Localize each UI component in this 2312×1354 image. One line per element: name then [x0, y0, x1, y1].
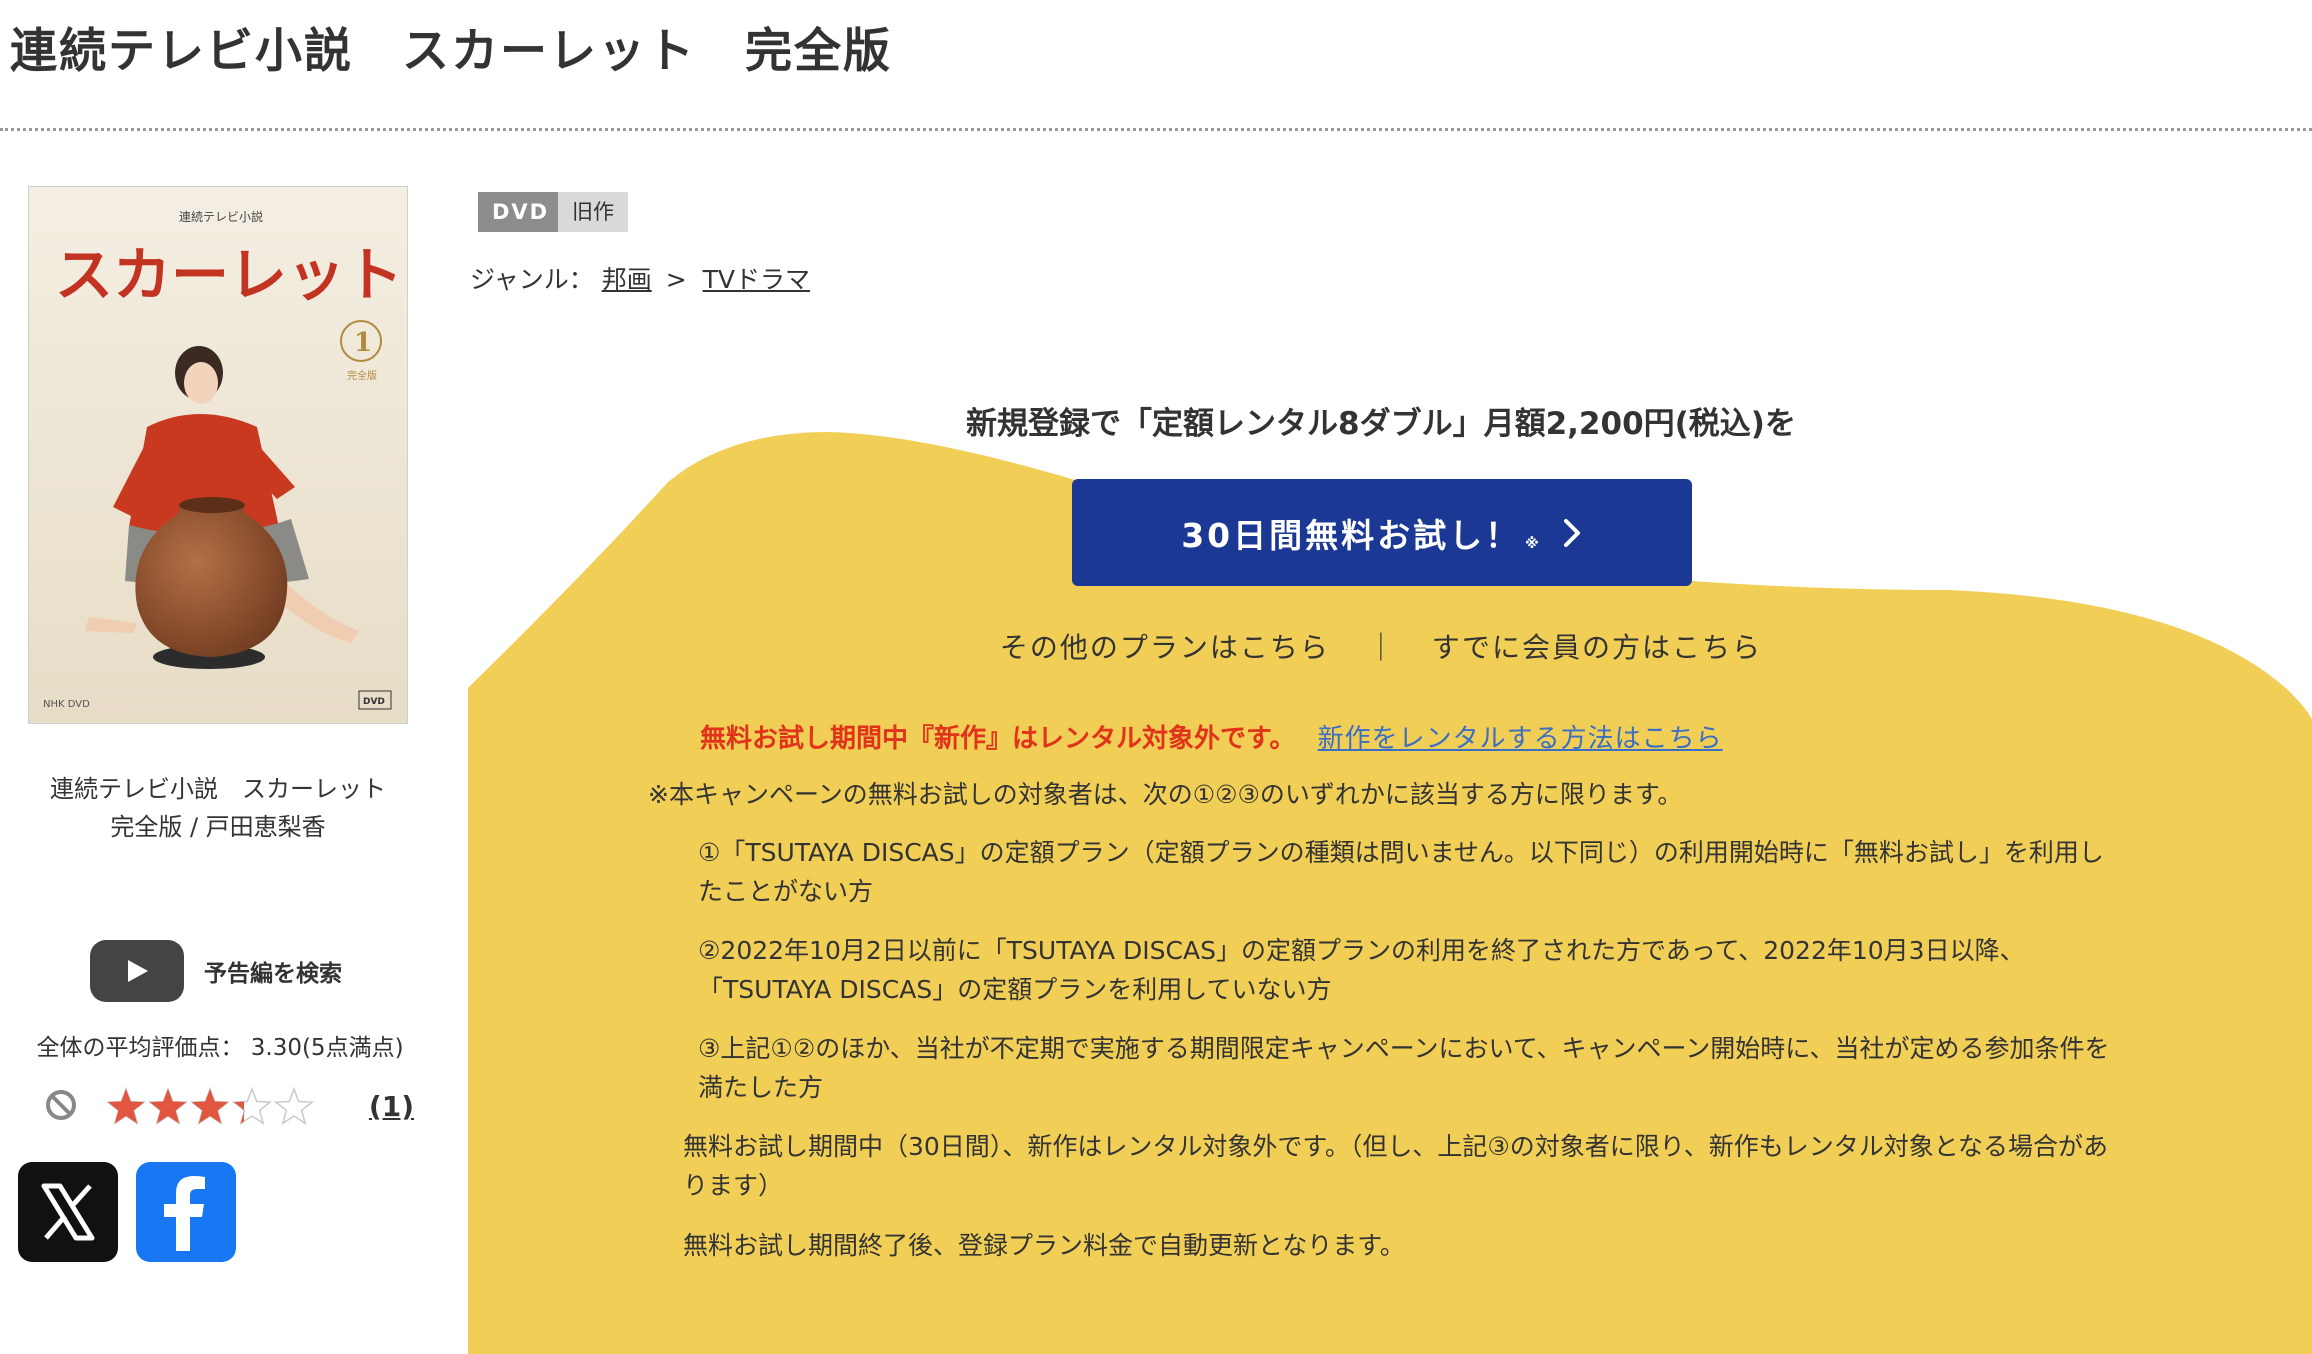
- release-tag-old: 旧作: [558, 192, 628, 232]
- plan-links-divider: ｜: [1366, 631, 1395, 664]
- chevron-right-icon: [1563, 518, 1580, 547]
- eligibility-condition: ③上記①②のほか、当社が不定期で実施する期間限定キャンペーンにおいて、キャンペー…: [698, 1034, 2110, 1102]
- plan-links: その他のプランはこちら ｜ すでに会員の方はこちら: [468, 626, 2294, 666]
- rating-stars[interactable]: [106, 1082, 356, 1130]
- cover-image[interactable]: 連続テレビ小説 スカーレット 1 完全版 NHK DVD DVD: [28, 186, 408, 724]
- free-trial-button[interactable]: 30日間無料お試し！ ※: [1072, 479, 1692, 586]
- average-rating-text: 全体の平均評価点： 3.30(5点満点): [36, 1035, 404, 1061]
- cover-edition: 完全版: [347, 369, 377, 382]
- product-name-line2: 完全版 / 戸田恵梨香: [110, 813, 326, 841]
- x-share-icon[interactable]: [18, 1162, 118, 1262]
- new-release-warning: 無料お試し期間中『新作』はレンタル対象外です。 新作をレンタルする方法はこちら: [700, 718, 1723, 755]
- genre-link-tvdrama[interactable]: TVドラマ: [703, 265, 810, 294]
- title-divider: [0, 128, 2312, 131]
- genre-breadcrumb: ジャンル： 邦画 > TVドラマ: [470, 260, 810, 296]
- promo-heading: 新規登録で「定額レンタル8ダブル」月額2,200円(税込)を: [966, 406, 1796, 442]
- svg-text:NHK DVD: NHK DVD: [43, 699, 90, 710]
- format-tag-dvd: DVD: [478, 192, 564, 232]
- eligibility-condition: ①「TSUTAYA DISCAS」の定額プラン（定額プランの種類は問いません。以…: [698, 838, 2104, 906]
- no-rating-icon[interactable]: [44, 1088, 78, 1122]
- rating-star-fill: [191, 1089, 229, 1124]
- new-title-rental-note: 無料お試し期間中（30日間）、新作はレンタル対象外です。（但し、上記③の対象者に…: [683, 1132, 2108, 1200]
- facebook-share-icon[interactable]: [136, 1162, 236, 1262]
- free-trial-label: 30日間無料お試し！: [1181, 515, 1522, 555]
- genre-separator: >: [665, 265, 687, 294]
- cover-volume: 1: [354, 328, 372, 358]
- genre-link-houga[interactable]: 邦画: [602, 265, 652, 294]
- rating-star-fill: [107, 1089, 145, 1124]
- product-name-line1: 連続テレビ小説 スカーレット: [50, 775, 386, 803]
- genre-label: ジャンル：: [470, 265, 594, 294]
- other-plans-link[interactable]: その他のプランはこちら: [1000, 631, 1330, 664]
- page-title: 連続テレビ小説 スカーレット 完全版: [10, 24, 892, 79]
- youtube-icon: [90, 940, 184, 1002]
- rating-star-outline: [273, 1086, 315, 1126]
- new-release-rental-link[interactable]: 新作をレンタルする方法はこちら: [1318, 724, 1723, 754]
- trailer-search-button[interactable]: 予告編を検索: [90, 940, 342, 1002]
- trailer-search-label: 予告編を検索: [204, 961, 342, 987]
- eligibility-condition: ②2022年10月2日以前に「TSUTAYA DISCAS」の定額プランの利用を…: [698, 936, 2025, 1004]
- campaign-eligibility-intro: ※本キャンペーンの無料お試しの対象者は、次の①②③のいずれかに該当する方に限りま…: [648, 780, 1683, 809]
- auto-renewal-note: 無料お試し期間終了後、登録プラン料金で自動更新となります。: [683, 1231, 1405, 1260]
- review-count-link[interactable]: (1): [369, 1090, 414, 1123]
- cover-artwork: 連続テレビ小説 スカーレット 1 完全版 NHK DVD DVD: [29, 187, 407, 723]
- warning-text: 無料お試し期間中『新作』はレンタル対象外です。: [700, 724, 1296, 754]
- rating-star-fill: [149, 1089, 187, 1124]
- cover-series-label: 連続テレビ小説: [179, 209, 263, 224]
- svg-text:DVD: DVD: [363, 697, 385, 707]
- product-name: 連続テレビ小説 スカーレット 完全版 / 戸田恵梨香: [28, 770, 408, 846]
- cover-title: スカーレット: [55, 241, 403, 309]
- free-trial-note-mark: ※: [1525, 536, 1539, 552]
- member-login-link[interactable]: すでに会員の方はこちら: [1432, 631, 1762, 664]
- rating-row: (1): [44, 1082, 414, 1132]
